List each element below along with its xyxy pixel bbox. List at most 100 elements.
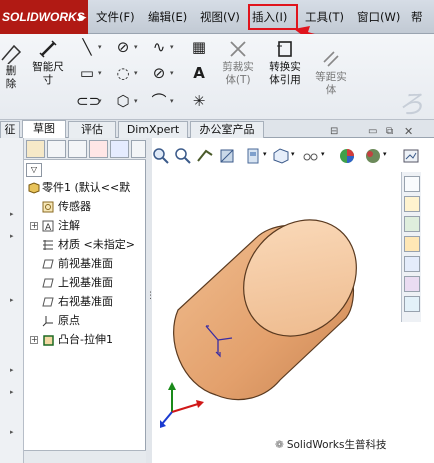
- ellipse-dropdown-icon[interactable]: ▾: [170, 64, 177, 82]
- tree-item-boss-extrude[interactable]: + 凸台-拉伸1: [24, 331, 146, 349]
- previous-view-icon[interactable]: [196, 147, 214, 165]
- tree-item-right-plane[interactable]: 右视基准面: [24, 293, 146, 311]
- line-icon[interactable]: ╲: [76, 38, 98, 56]
- hide-show-dropdown-icon[interactable]: ▾: [321, 150, 325, 158]
- rectangle-dropdown-icon[interactable]: ▾: [98, 64, 105, 82]
- text-icon[interactable]: A: [188, 64, 210, 82]
- spline-icon[interactable]: ∿: [148, 38, 170, 56]
- tab-evaluate[interactable]: 评估: [68, 121, 116, 138]
- tab-sketch[interactable]: 草图: [22, 120, 66, 138]
- scene-dropdown-icon[interactable]: ▾: [383, 150, 387, 158]
- convert-entities-button[interactable]: 转换实 体引用: [262, 38, 308, 87]
- task-pane-file-explorer-icon[interactable]: [404, 236, 420, 252]
- section-view-icon[interactable]: [218, 147, 236, 165]
- circle-dropdown-icon[interactable]: ▾: [134, 38, 141, 56]
- plane-icon: [42, 278, 54, 288]
- tree-item-annotations[interactable]: + A 注解: [24, 217, 146, 235]
- tree-item-label: 注解: [58, 219, 80, 232]
- task-pane-search-icon[interactable]: [404, 256, 420, 272]
- view-orientation-icon[interactable]: [244, 147, 262, 165]
- dimxpert-manager-tab-icon[interactable]: [89, 140, 108, 158]
- solidworks-logo[interactable]: SOLIDWORKS ▶: [0, 0, 88, 34]
- tab-office-products[interactable]: 办公室产品: [190, 121, 264, 138]
- tree-item-material[interactable]: 材质 <未指定>: [24, 236, 146, 254]
- offset-entities-button[interactable]: 等距实 体: [308, 48, 354, 97]
- hide-show-items-icon[interactable]: [302, 147, 320, 165]
- feature-manager-tabs: [24, 138, 146, 160]
- document-window-controls: [330, 128, 430, 142]
- rectangle-icon[interactable]: ▭: [76, 64, 98, 82]
- delete-relations-button[interactable]: 删 除: [0, 42, 22, 91]
- zoom-area-icon[interactable]: [174, 147, 192, 165]
- pattern-icon[interactable]: ▦: [188, 38, 210, 56]
- strip-arrow-icon[interactable]: ▸: [10, 428, 14, 436]
- strip-arrow-icon[interactable]: ▸: [10, 388, 14, 396]
- tree-item-sensors[interactable]: 传感器: [24, 198, 146, 216]
- tab-dimxpert[interactable]: DimXpert: [118, 121, 188, 138]
- menu-edit[interactable]: 编辑(E): [148, 9, 187, 25]
- tree-item-top-plane[interactable]: 上视基准面: [24, 274, 146, 292]
- circle-icon[interactable]: ⊘: [112, 38, 134, 56]
- view-settings-icon[interactable]: [402, 147, 420, 165]
- tree-item-front-plane[interactable]: 前视基准面: [24, 255, 146, 273]
- configuration-manager-tab-icon[interactable]: [68, 140, 87, 158]
- heads-up-view-toolbar: ▾ ▾ ▾ ▾: [152, 144, 419, 170]
- edit-appearance-icon[interactable]: [338, 147, 356, 165]
- restore-icon[interactable]: ⧉: [386, 126, 393, 137]
- solidworks-window: SOLIDWORKS ▶ 文件(F) 编辑(E) 视图(V) 插入(I) 工具(…: [0, 0, 434, 463]
- command-manager: 删 除 智能尺 寸 ╲ ▾ ⊘ ▾ ∿ ▾ ▦ ▭ ▾ ◌ ▾ ⊘ ▾ A ⊂⊃…: [0, 34, 434, 120]
- offset-icon: [323, 51, 339, 67]
- ellipse-icon[interactable]: ⊘: [148, 64, 170, 82]
- polygon-dropdown-icon[interactable]: ▾: [134, 92, 141, 110]
- tree-item-label: 零件1 (默认<<默: [42, 181, 131, 194]
- task-pane: [401, 172, 421, 322]
- strip-arrow-icon[interactable]: ▸: [10, 210, 14, 218]
- fillet-dropdown-icon[interactable]: ▾: [170, 92, 177, 110]
- task-pane-design-library-icon[interactable]: [404, 216, 420, 232]
- slot-icon[interactable]: ⊂⊃: [76, 92, 101, 110]
- display-style-dropdown-icon[interactable]: ▾: [291, 150, 295, 158]
- fillet-icon[interactable]: ⌒: [148, 92, 170, 110]
- line-dropdown-icon[interactable]: ▾: [98, 38, 105, 56]
- trim-label: 剪裁实: [222, 61, 254, 73]
- arc-dropdown-icon[interactable]: ▾: [134, 64, 141, 82]
- tree-item-origin[interactable]: 原点: [24, 312, 146, 330]
- task-pane-home-icon[interactable]: [404, 196, 420, 212]
- expand-icon[interactable]: +: [30, 336, 38, 344]
- display-style-icon[interactable]: [272, 147, 290, 165]
- task-pane-resources-icon[interactable]: [404, 176, 420, 192]
- part-icon: [28, 182, 40, 194]
- filter-icon[interactable]: ▽: [26, 163, 42, 177]
- polygon-icon[interactable]: ⬡: [112, 92, 134, 110]
- menu-view[interactable]: 视图(V): [200, 9, 240, 25]
- tab-features[interactable]: 征: [0, 121, 20, 138]
- strip-arrow-icon[interactable]: ▸: [10, 366, 14, 374]
- view-orientation-dropdown-icon[interactable]: ▾: [263, 150, 267, 158]
- spline-dropdown-icon[interactable]: ▾: [170, 38, 177, 56]
- task-pane-view-palette-icon[interactable]: [404, 276, 420, 292]
- arc-icon[interactable]: ◌: [112, 64, 134, 82]
- trim-entities-button[interactable]: 剪裁实 体(T): [216, 38, 260, 87]
- point-icon[interactable]: ✳: [188, 92, 210, 110]
- strip-arrow-icon[interactable]: ▸: [10, 296, 14, 304]
- property-manager-tab-icon[interactable]: [47, 140, 66, 158]
- collapse-icon[interactable]: ⊟: [330, 126, 338, 137]
- apply-scene-icon[interactable]: [364, 147, 382, 165]
- minimize-icon[interactable]: ▭: [368, 126, 377, 137]
- zoom-to-fit-icon[interactable]: [152, 147, 170, 165]
- strip-arrow-icon[interactable]: ▸: [10, 232, 14, 240]
- slot-dropdown-icon[interactable]: ▾: [98, 92, 105, 110]
- tree-item-part[interactable]: 零件1 (默认<<默: [24, 179, 146, 197]
- close-icon[interactable]: ✕: [404, 125, 413, 138]
- expand-icon[interactable]: +: [30, 222, 38, 230]
- task-pane-appearances-icon[interactable]: [404, 296, 420, 312]
- display-manager-tab-icon[interactable]: [110, 140, 129, 158]
- smart-dimension-button[interactable]: 智能尺 寸: [26, 38, 70, 87]
- axis-triad-icon: [160, 382, 204, 428]
- tabs-overflow-arrow-icon[interactable]: [131, 140, 146, 158]
- smart-dimension-label-2: 寸: [42, 74, 54, 86]
- feature-manager-tab-icon[interactable]: [26, 140, 45, 158]
- logo-arrow-icon: ▶: [79, 12, 86, 22]
- menu-file[interactable]: 文件(F): [96, 9, 135, 25]
- partial-cursive-glyph: ろ: [398, 90, 425, 120]
